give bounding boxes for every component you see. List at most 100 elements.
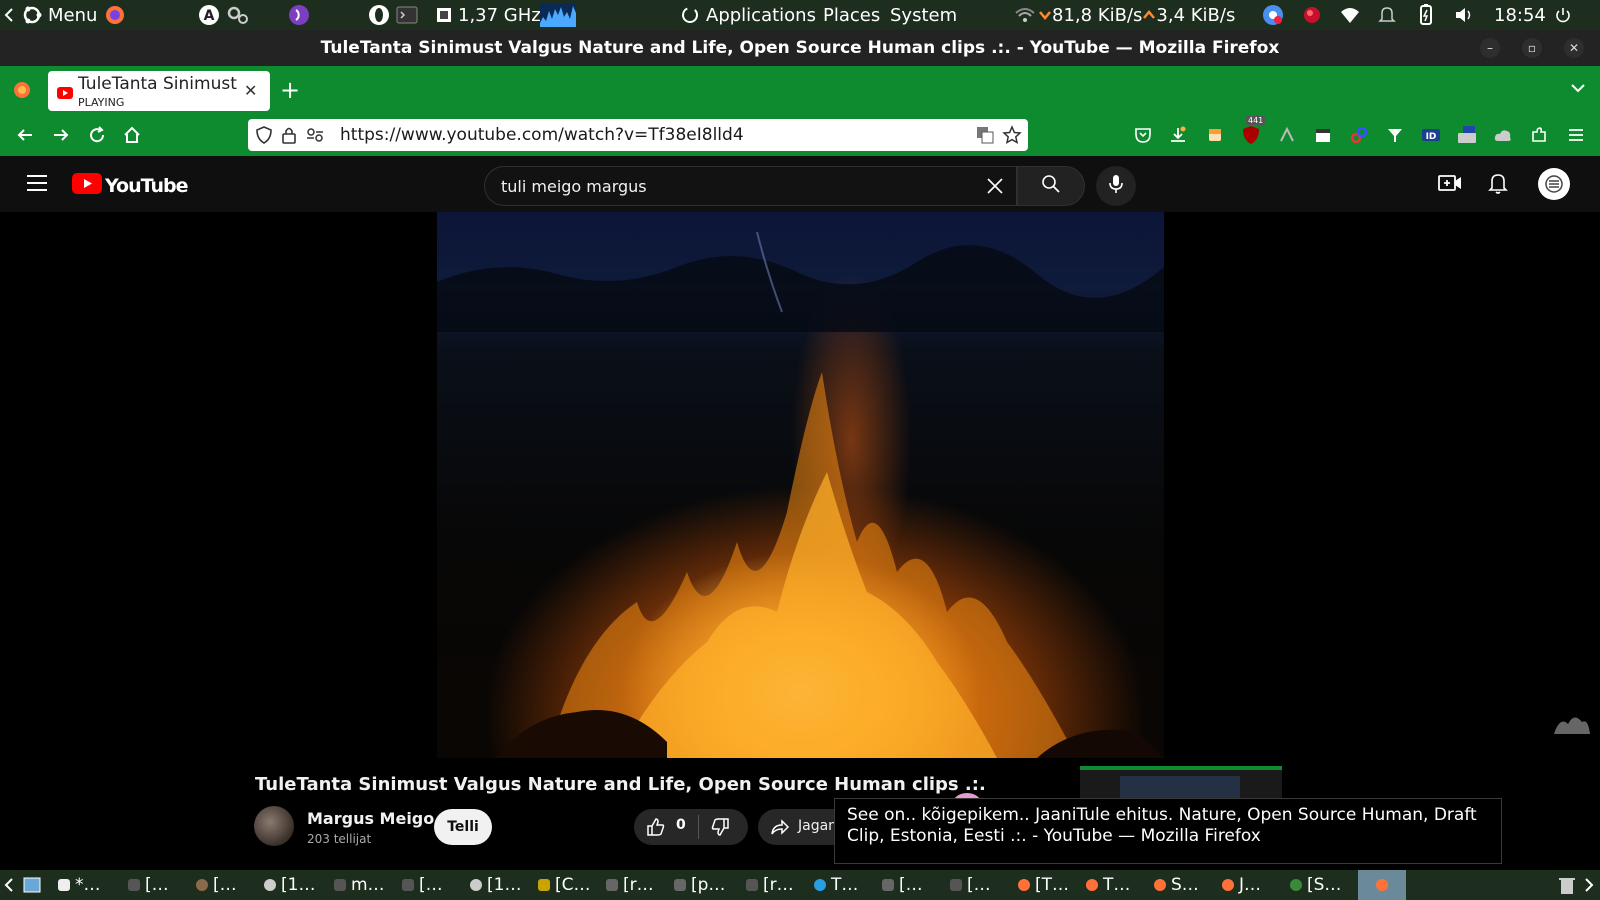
channel-name[interactable]: Margus Meigo <box>307 809 434 828</box>
id-extension-icon[interactable]: ID <box>1420 124 1442 146</box>
power-icon[interactable] <box>1554 0 1572 30</box>
bookmark-star-icon[interactable] <box>1002 125 1022 149</box>
show-desktop-icon[interactable] <box>22 870 42 900</box>
tracking-shield-icon[interactable] <box>256 126 272 148</box>
youtube-logo[interactable]: YouTube <box>72 173 188 198</box>
wifi-icon[interactable] <box>1340 0 1360 30</box>
cloud-extension-icon[interactable] <box>1492 124 1514 146</box>
create-video-icon[interactable] <box>1438 173 1462 197</box>
taskbar-item-19[interactable]: [S… <box>1290 870 1341 900</box>
tab-youtube[interactable]: TuleTanta Sinimust Valgus PLAYING ✕ <box>48 71 270 111</box>
opera-icon[interactable] <box>368 0 390 30</box>
upload-arrow-icon <box>1142 8 1156 22</box>
app-a-icon[interactable]: A <box>198 0 220 30</box>
search-input[interactable]: tuli meigo margus <box>484 166 1017 206</box>
url-bar[interactable]: https://www.youtube.com/watch?v=Tf38eI8l… <box>248 119 1028 151</box>
search-button[interactable] <box>1017 166 1085 206</box>
reload-button[interactable] <box>86 124 108 146</box>
translate-icon[interactable] <box>976 126 994 148</box>
record-indicator-icon[interactable] <box>1302 0 1322 30</box>
back-button[interactable] <box>14 124 36 146</box>
taskbar-item-14[interactable]: [… <box>950 870 991 900</box>
battery-icon[interactable] <box>1416 0 1436 30</box>
extension-orange-icon[interactable] <box>1204 124 1226 146</box>
applications-menu[interactable]: Applications <box>680 0 816 30</box>
menu-button[interactable]: Menu <box>22 0 97 30</box>
video-player[interactable] <box>0 212 1600 758</box>
taskbar-item-label: [… <box>213 875 237 895</box>
taskbar-item-2[interactable]: [… <box>128 870 169 900</box>
subscribe-button[interactable]: Telli <box>434 809 492 845</box>
firefox-launcher-icon[interactable] <box>104 0 126 30</box>
taskbar-item-16[interactable]: T… <box>1086 870 1130 900</box>
notifications-bell-icon[interactable] <box>1488 171 1508 199</box>
taskbar-item-active-firefox[interactable] <box>1358 870 1406 900</box>
clear-search-icon[interactable] <box>985 176 1005 200</box>
account-avatar[interactable] <box>1538 168 1570 200</box>
taskbar-item-6[interactable]: [… <box>402 870 443 900</box>
close-window-button[interactable]: ✕ <box>1564 38 1584 58</box>
dislike-button[interactable] <box>710 817 730 841</box>
extensions-puzzle-icon[interactable] <box>1528 124 1550 146</box>
taskbar-item-7[interactable]: [1… <box>470 870 521 900</box>
taskbar-item-13[interactable]: [… <box>882 870 923 900</box>
taskbar-right-arrow[interactable] <box>1584 870 1594 900</box>
system-monitor-graph[interactable] <box>540 0 576 30</box>
maximize-button[interactable]: ▫ <box>1522 38 1542 58</box>
terminal-icon[interactable] <box>396 0 418 30</box>
taskbar-item-18[interactable]: J… <box>1222 870 1261 900</box>
cpu-indicator[interactable]: 1,37 GHz <box>434 0 541 30</box>
channel-watermark-icon[interactable] <box>1552 706 1592 740</box>
settings-gears-icon[interactable] <box>226 0 250 30</box>
voice-search-button[interactable] <box>1096 166 1136 206</box>
trash-icon[interactable] <box>1558 870 1576 900</box>
volume-icon[interactable] <box>1454 0 1474 30</box>
menu-label: Menu <box>48 4 98 26</box>
channel-avatar[interactable] <box>254 806 294 846</box>
firefox-view-icon[interactable] <box>12 80 32 104</box>
taskbar-item-17[interactable]: S… <box>1154 870 1199 900</box>
calendar-extension-icon[interactable] <box>1312 124 1334 146</box>
link-extension-icon[interactable] <box>1348 124 1370 146</box>
taskbar-item-4[interactable]: [1… <box>264 870 315 900</box>
notification-bell-icon[interactable] <box>1378 0 1396 30</box>
window-titlebar[interactable]: TuleTanta Sinimust Valgus Nature and Lif… <box>0 30 1600 66</box>
pocket-icon[interactable] <box>1132 124 1154 146</box>
taskbar-item-8[interactable]: [C… <box>538 870 591 900</box>
home-button[interactable] <box>121 124 143 146</box>
new-tab-button[interactable]: + <box>280 76 300 104</box>
taskbar-item-12[interactable]: T… <box>814 870 858 900</box>
site-permissions-icon[interactable] <box>306 127 324 147</box>
url-text[interactable]: https://www.youtube.com/watch?v=Tf38eI8l… <box>340 125 744 145</box>
list-all-tabs-icon[interactable] <box>1570 80 1586 99</box>
taskbar-left-arrow[interactable] <box>4 870 14 900</box>
podcast-app-icon[interactable] <box>288 0 310 30</box>
taskbar-item-5[interactable]: m… <box>334 870 385 900</box>
places-menu[interactable]: Places <box>823 0 880 30</box>
keyboard-layout-extension-icon[interactable] <box>1456 124 1478 146</box>
extension-gray-icon[interactable] <box>1276 124 1298 146</box>
app-menu-icon[interactable] <box>1565 124 1587 146</box>
bottom-taskbar: *… [… [… [1… m… [… [1… [C… [r… [p… [r… T… <box>0 870 1600 900</box>
system-menu[interactable]: System <box>890 0 957 30</box>
downloads-icon[interactable] <box>1167 124 1189 146</box>
filter-extension-icon[interactable] <box>1384 124 1406 146</box>
taskbar-item-10[interactable]: [p… <box>674 870 725 900</box>
taskbar-item-1[interactable]: *… <box>58 870 101 900</box>
taskbar-item-3[interactable]: [… <box>196 870 237 900</box>
like-button[interactable] <box>646 817 666 841</box>
video-frame-campfire[interactable] <box>437 212 1164 758</box>
panel-left-arrow[interactable] <box>4 0 14 30</box>
taskbar-item-11[interactable]: [r… <box>746 870 794 900</box>
taskbar-item-9[interactable]: [r… <box>606 870 654 900</box>
ublock-origin-icon[interactable]: 441 <box>1240 116 1266 146</box>
minimize-button[interactable]: – <box>1480 38 1500 58</box>
clock[interactable]: 18:54 <box>1494 0 1546 30</box>
forward-button[interactable] <box>50 124 72 146</box>
taskbar-item-15[interactable]: [T… <box>1018 870 1069 900</box>
chrome-app-icon[interactable] <box>1262 0 1284 30</box>
lock-icon[interactable] <box>282 126 296 148</box>
tab-close-icon[interactable]: ✕ <box>244 81 257 100</box>
network-speed-indicator[interactable]: 81,8 KiB/s 3,4 KiB/s <box>1014 0 1235 30</box>
hamburger-menu-icon[interactable] <box>26 174 48 196</box>
